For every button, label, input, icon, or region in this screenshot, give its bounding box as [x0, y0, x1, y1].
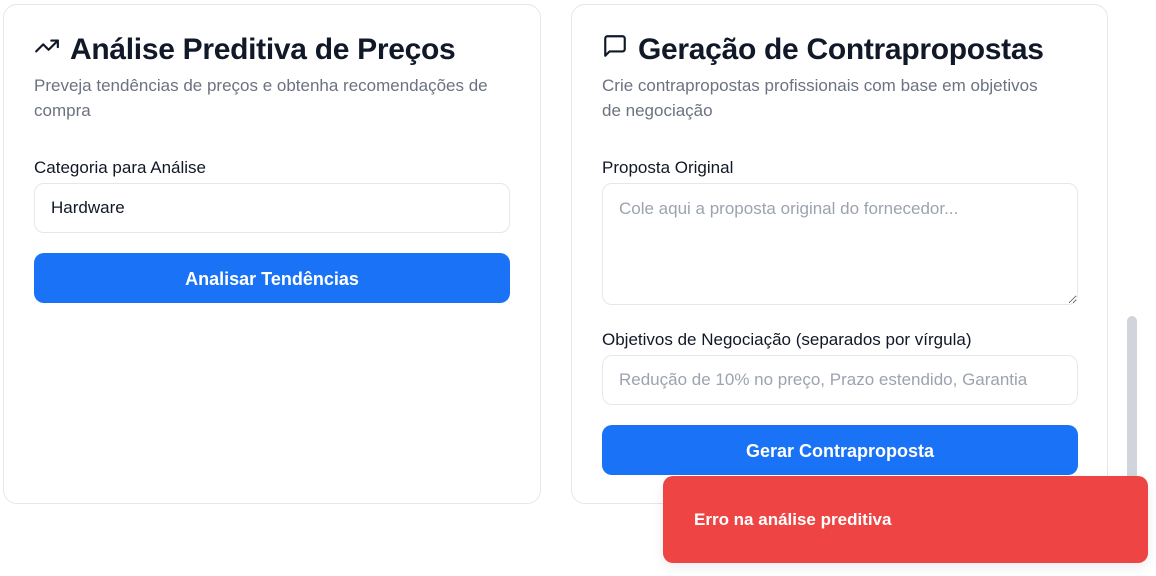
generate-counterproposal-button[interactable]: Gerar Contraproposta	[602, 425, 1078, 475]
trending-up-icon	[34, 33, 60, 67]
predictive-card-title: Análise Preditiva de Preços	[70, 33, 456, 66]
objectives-label: Objetivos de Negociação (separados por v…	[602, 330, 972, 349]
original-proposal-textarea[interactable]	[602, 183, 1078, 305]
counterproposal-card-title: Geração de Contrapropostas	[638, 33, 1044, 66]
error-toast[interactable]: Erro na análise preditiva	[663, 476, 1148, 563]
predictive-card-header: Análise Preditiva de Preços	[34, 33, 456, 67]
category-label: Categoria para Análise	[34, 158, 207, 177]
error-toast-message: Erro na análise preditiva	[694, 509, 892, 529]
scrollbar-thumb[interactable]	[1127, 316, 1137, 486]
message-square-icon	[602, 33, 628, 67]
category-input[interactable]	[34, 183, 510, 233]
counterproposal-card-description: Crie contrapropostas profissionais com b…	[602, 76, 1038, 120]
original-proposal-label: Proposta Original	[602, 158, 734, 177]
predictive-analysis-card: Análise Preditiva de Preços Preveja tend…	[3, 4, 541, 504]
analyze-trends-button[interactable]: Analisar Tendências	[34, 253, 510, 303]
predictive-card-description: Preveja tendências de preços e obtenha r…	[34, 76, 488, 120]
counterproposal-card: Geração de Contrapropostas Crie contrapr…	[571, 4, 1108, 504]
objectives-input[interactable]	[602, 355, 1078, 405]
counterproposal-card-header: Geração de Contrapropostas	[602, 33, 1044, 67]
